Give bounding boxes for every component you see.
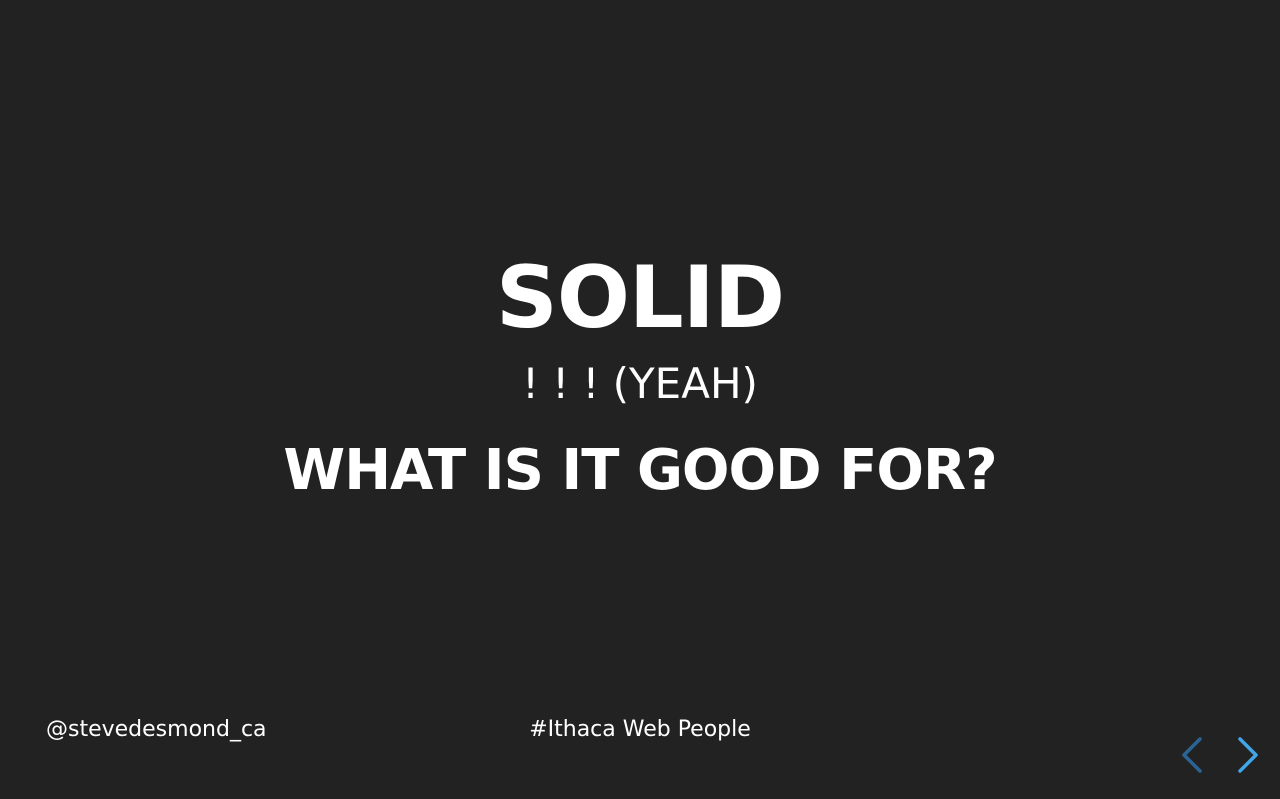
next-slide-button[interactable] — [1234, 736, 1262, 774]
event-hashtag: #Ithaca Web People — [529, 717, 751, 742]
slide-subtitle: ! ! ! (YEAH) — [522, 359, 758, 408]
slide-title: SOLID — [495, 248, 785, 348]
prev-slide-button[interactable] — [1178, 736, 1206, 774]
slide-question: WHAT IS IT GOOD FOR? — [283, 438, 997, 503]
chevron-right-icon — [1238, 737, 1258, 773]
slide-content: SOLID ! ! ! (YEAH) WHAT IS IT GOOD FOR? — [0, 248, 1280, 506]
slide: SOLID ! ! ! (YEAH) WHAT IS IT GOOD FOR? … — [0, 0, 1280, 799]
chevron-left-icon — [1182, 737, 1202, 773]
